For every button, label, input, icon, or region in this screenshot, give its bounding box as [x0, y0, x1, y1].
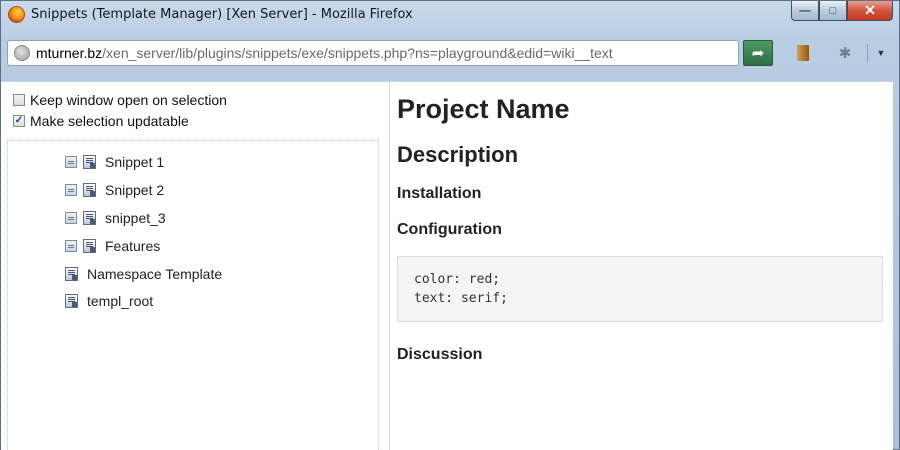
keep-window-open-checkbox[interactable] — [13, 94, 25, 106]
maximize-button[interactable]: □ — [819, 1, 847, 21]
keep-window-open-label: Keep window open on selection — [30, 92, 227, 108]
toolbar-divider — [867, 44, 868, 62]
make-selection-updatable-checkbox[interactable]: ✓ — [13, 115, 25, 127]
chevron-down-icon: ▼ — [876, 48, 886, 58]
insert-snippet-icon[interactable] — [65, 184, 77, 196]
template-icon — [83, 239, 96, 253]
bookmark-icon — [797, 45, 809, 61]
template-icon — [83, 183, 96, 197]
tree-item-label[interactable]: snippet_3 — [105, 210, 166, 226]
tree-item-label[interactable]: templ_root — [87, 293, 153, 309]
window-controls: — □ ✕ — [791, 1, 893, 23]
browser-window: Snippets (Template Manager) [Xen Server]… — [0, 0, 900, 450]
window-title: Snippets (Template Manager) [Xen Server]… — [31, 7, 413, 22]
snippet-tree: Snippet 1 Snippet 2 snippet_3 Features N… — [7, 140, 379, 450]
template-icon — [65, 294, 78, 308]
title-bar[interactable]: Snippets (Template Manager) [Xen Server]… — [1, 1, 899, 29]
go-button[interactable]: ➦ — [743, 40, 773, 66]
site-identity-globe-icon[interactable] — [14, 45, 30, 61]
tree-item-label[interactable]: Namespace Template — [87, 266, 222, 282]
template-icon — [65, 267, 78, 281]
close-button[interactable]: ✕ — [847, 1, 893, 21]
tree-item-label[interactable]: Snippet 1 — [105, 154, 164, 170]
tree-item-snippet-1[interactable]: Snippet 1 — [65, 154, 164, 170]
preview-heading-discussion: Discussion — [397, 346, 483, 363]
insert-snippet-icon[interactable] — [65, 212, 77, 224]
snippet-list-pane: Keep window open on selection ✓ Make sel… — [1, 82, 387, 450]
code-line: text: serif; — [414, 291, 508, 306]
preview-heading-installation: Installation — [397, 185, 482, 202]
template-icon — [83, 155, 96, 169]
keep-window-open-option[interactable]: Keep window open on selection — [13, 92, 227, 108]
go-arrow-icon: ➦ — [751, 45, 765, 62]
make-selection-updatable-option[interactable]: ✓ Make selection updatable — [13, 113, 189, 129]
tree-item-label[interactable]: Features — [105, 238, 160, 254]
preview-code-block: color: red; text: serif; — [397, 256, 883, 322]
template-icon — [83, 211, 96, 225]
minimize-button[interactable]: — — [791, 1, 819, 21]
tree-item-templ-root[interactable]: templ_root — [65, 293, 153, 309]
navigation-bar: mturner.bz /xen_server/lib/plugins/snipp… — [1, 35, 899, 71]
tree-item-snippet-2[interactable]: Snippet 2 — [65, 182, 164, 198]
tree-item-namespace-template[interactable]: Namespace Template — [65, 266, 222, 282]
page-content: Keep window open on selection ✓ Make sel… — [1, 81, 893, 450]
insert-snippet-icon[interactable] — [65, 156, 77, 168]
tree-item-features[interactable]: Features — [65, 238, 160, 254]
tree-item-snippet-3[interactable]: snippet_3 — [65, 210, 166, 226]
tree-item-label[interactable]: Snippet 2 — [105, 182, 164, 198]
insert-snippet-icon[interactable] — [65, 240, 77, 252]
firefox-logo-icon — [8, 6, 25, 23]
bookmarks-button[interactable] — [791, 40, 815, 66]
url-path: /xen_server/lib/plugins/snippets/exe/sni… — [102, 45, 613, 61]
firebug-button[interactable]: ✱ — [833, 40, 857, 66]
code-line: color: red; — [414, 272, 501, 287]
preview-heading-description: Description — [397, 142, 519, 167]
url-domain: mturner.bz — [36, 45, 103, 61]
address-bar[interactable]: mturner.bz /xen_server/lib/plugins/snipp… — [7, 40, 739, 66]
snippet-preview-pane: Project Name Description Installation Co… — [389, 82, 893, 450]
toolbar-dropdown-button[interactable]: ▼ — [871, 40, 891, 66]
preview-heading-project-name: Project Name — [397, 94, 570, 124]
bug-icon: ✱ — [838, 45, 852, 62]
preview-heading-configuration: Configuration — [397, 221, 502, 238]
make-selection-updatable-label: Make selection updatable — [30, 113, 189, 129]
